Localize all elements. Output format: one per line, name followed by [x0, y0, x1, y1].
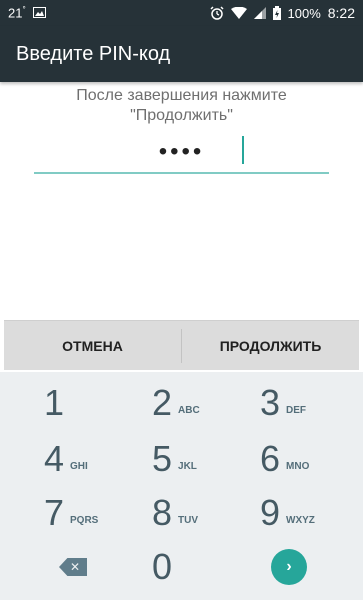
alarm-icon	[209, 6, 224, 20]
image-icon	[32, 7, 46, 19]
temperature-unit: °	[22, 5, 26, 15]
pin-prompt-line2: "Продолжить"	[130, 107, 233, 124]
pin-prompt-line1: После завершения нажмите	[76, 87, 287, 104]
key-letters: PQRS	[70, 514, 99, 526]
key-digit: 8	[151, 492, 173, 533]
key-digit: 2	[151, 382, 173, 423]
key-4[interactable]: 4 GHI	[18, 432, 128, 486]
wifi-icon	[230, 7, 247, 19]
pin-input[interactable]: ••••	[34, 132, 329, 174]
key-0[interactable]: 0	[126, 540, 236, 594]
delete-button[interactable]	[18, 540, 128, 594]
temperature-indicator: 21°	[8, 5, 26, 20]
key-digit: 3	[259, 382, 281, 423]
key-7[interactable]: 7 PQRS	[18, 486, 128, 540]
key-5[interactable]: 5 JKL	[126, 432, 236, 486]
key-9[interactable]: 9 WXYZ	[234, 486, 344, 540]
key-digit: 5	[151, 438, 173, 479]
key-digit: 1	[43, 382, 65, 423]
key-letters: JKL	[178, 460, 197, 472]
key-letters: GHI	[70, 460, 88, 472]
key-3[interactable]: 3 DEF	[234, 376, 344, 430]
backspace-icon	[59, 558, 87, 576]
key-6[interactable]: 6 MNO	[234, 432, 344, 486]
key-digit: 4	[43, 438, 65, 479]
status-right: 100% 8:22	[209, 5, 355, 21]
numeric-keypad: 1 2 ABC 3 DEF 4 GHI 5 JKL 6 MNO 7 PQRS 8…	[0, 372, 363, 600]
key-digit: 0	[151, 546, 173, 587]
key-digit: 9	[259, 492, 281, 533]
key-digit: 7	[43, 492, 65, 533]
status-left: 21°	[8, 5, 46, 21]
status-bar: 21° 100% 8:22	[0, 0, 363, 26]
key-digit: 6	[259, 438, 281, 479]
battery-charging-icon	[272, 6, 281, 20]
action-bar: ОТМЕНА ПРОДОЛЖИТЬ	[4, 320, 359, 370]
clock: 8:22	[327, 5, 355, 21]
key-letters: DEF	[286, 404, 307, 416]
key-letters: WXYZ	[286, 514, 315, 526]
key-8[interactable]: 8 TUV	[126, 486, 236, 540]
continue-button[interactable]: ПРОДОЛЖИТЬ	[182, 321, 359, 370]
pin-masked-value: ••••	[158, 138, 205, 165]
key-letters: MNO	[286, 460, 310, 472]
header: Введите PIN-код	[0, 26, 363, 82]
key-letters: ABC	[178, 404, 200, 416]
temperature-value: 21	[8, 5, 23, 21]
key-1[interactable]: 1	[18, 376, 128, 430]
go-button[interactable]: ›	[234, 540, 344, 594]
cancel-button[interactable]: ОТМЕНА	[4, 321, 181, 370]
text-cursor	[242, 136, 244, 164]
signal-icon	[253, 7, 266, 19]
chevron-right-icon: ›	[271, 549, 307, 585]
page-title: Введите PIN-код	[16, 42, 171, 65]
key-letters: TUV	[178, 514, 199, 526]
battery-percent: 100%	[287, 5, 321, 21]
pin-prompt: После завершения нажмите "Продолжить"	[0, 86, 363, 126]
key-2[interactable]: 2 ABC	[126, 376, 236, 430]
